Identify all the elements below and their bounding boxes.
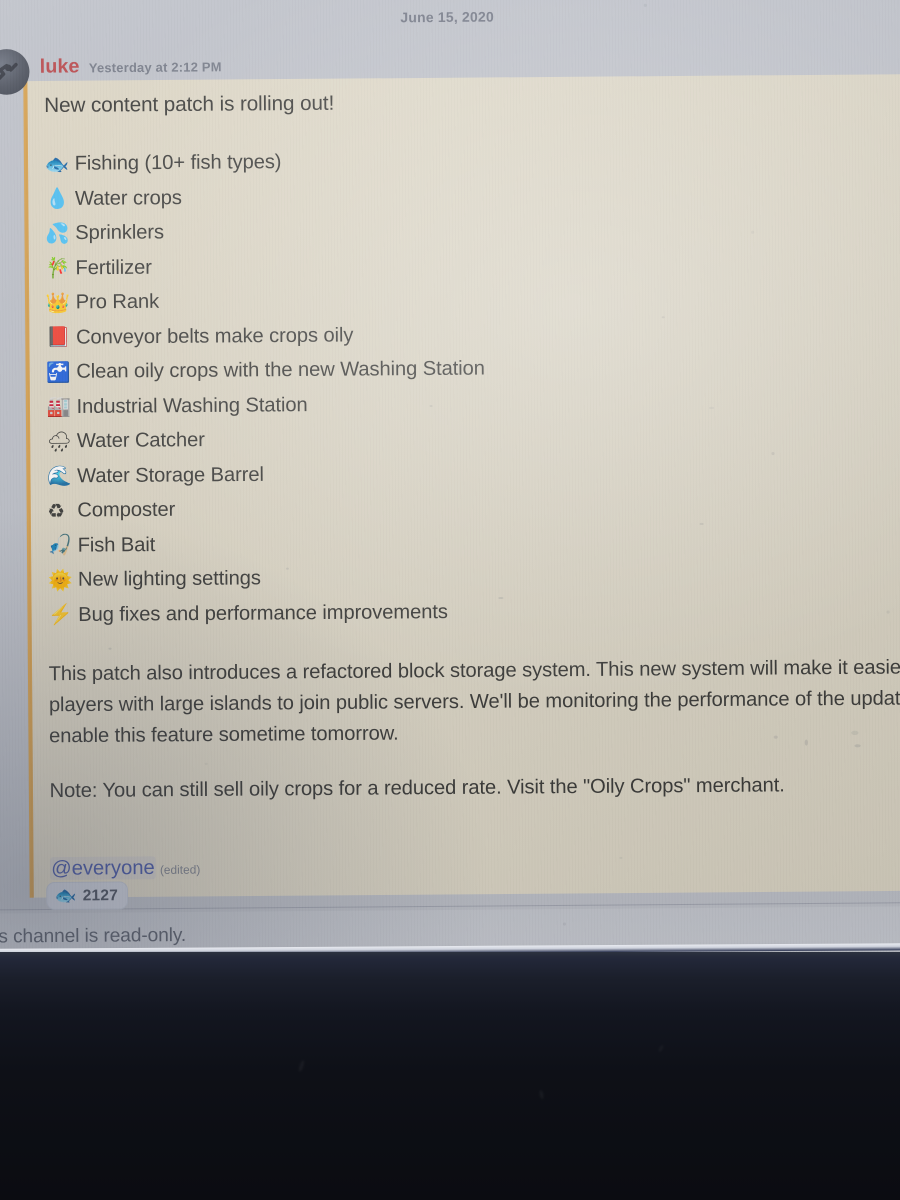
fishing-pole-emoji: 🎣 bbox=[47, 535, 73, 558]
date-divider: June 15, 2020 bbox=[400, 9, 494, 26]
feature-label: Clean oily crops with the new Washing St… bbox=[76, 357, 485, 384]
message-header: luke Yesterday at 2:12 PM bbox=[40, 55, 222, 79]
feature-label: Fish Bait bbox=[77, 533, 156, 557]
feature-label: Water Catcher bbox=[76, 428, 205, 453]
closed-book-emoji: 📕 bbox=[45, 327, 71, 350]
feature-list: 🐟 Fishing (10+ fish types) 💧 Water crops 💦 Sp… bbox=[45, 141, 900, 633]
read-only-notice: This channel is read-only. bbox=[0, 923, 187, 947]
feature-label: Composter bbox=[77, 498, 176, 522]
everyone-mention[interactable]: @everyone bbox=[50, 856, 156, 880]
cloud-with-rain-emoji: 🌧 bbox=[46, 431, 72, 454]
author-name[interactable]: luke bbox=[40, 56, 80, 78]
message-mention-block[interactable]: New content patch is rolling out! 🐟 Fishi… bbox=[23, 74, 900, 898]
feature-label: Pro Rank bbox=[75, 290, 160, 314]
sun-with-face-emoji: 🌞 bbox=[47, 569, 73, 592]
tanabata-tree-emoji: 🎋 bbox=[45, 257, 70, 280]
message-timestamp: Yesterday at 2:12 PM bbox=[88, 59, 222, 76]
feature-label: Conveyor belts make crops oily bbox=[75, 323, 354, 349]
edited-label: (edited) bbox=[159, 864, 201, 877]
droplet-emoji: 💧 bbox=[44, 188, 70, 211]
feature-list-item: ⚡ Bug fixes and performance improvements bbox=[48, 591, 900, 633]
avatar-figure-icon bbox=[0, 62, 18, 83]
message-paragraph-note: Note: You can still sell oily crops for … bbox=[49, 774, 785, 803]
dust-speck bbox=[643, 3, 647, 7]
fish-emoji: 🐟 bbox=[44, 153, 70, 176]
feature-label: Sprinklers bbox=[75, 220, 164, 245]
feature-label: Bug fixes and performance improvements bbox=[78, 600, 448, 626]
monitor-bezel bbox=[0, 952, 900, 1200]
feature-label: New lighting settings bbox=[77, 566, 261, 592]
crown-emoji: 👑 bbox=[45, 292, 71, 315]
monitor-photo: June 15, 2020 New content patch is rolli… bbox=[0, 0, 900, 1200]
message-headline: New content patch is rolling out! bbox=[44, 92, 335, 118]
feature-label: Water Storage Barrel bbox=[77, 462, 264, 488]
feature-label: Industrial Washing Station bbox=[76, 393, 308, 418]
reaction-count: 2127 bbox=[82, 886, 119, 905]
recycling-emoji: ♻ bbox=[47, 500, 65, 523]
monitor-screen: June 15, 2020 New content patch is rolli… bbox=[0, 0, 900, 974]
feature-label: Fertilizer bbox=[75, 255, 152, 280]
message-paragraph-storage: This patch also introduces a refactored … bbox=[48, 656, 900, 748]
high-voltage-emoji: ⚡ bbox=[48, 604, 73, 627]
message-content: New content patch is rolling out! 🐟 Fishi… bbox=[27, 80, 900, 851]
feature-label: Fishing (10+ fish types) bbox=[74, 150, 282, 176]
potable-water-emoji: 🚰 bbox=[46, 361, 71, 384]
fish-emoji: 🐟 bbox=[54, 885, 77, 906]
feature-label: Water crops bbox=[74, 186, 182, 210]
water-wave-emoji: 🌊 bbox=[47, 465, 72, 488]
reaction-bar: 🐟 2127 bbox=[46, 881, 129, 911]
factory-emoji: 🏭 bbox=[46, 396, 72, 419]
mention-line: @everyone (edited) bbox=[33, 844, 900, 898]
sweat-droplets-emoji: 💦 bbox=[45, 223, 70, 246]
reaction-pill-fish[interactable]: 🐟 2127 bbox=[46, 881, 129, 911]
